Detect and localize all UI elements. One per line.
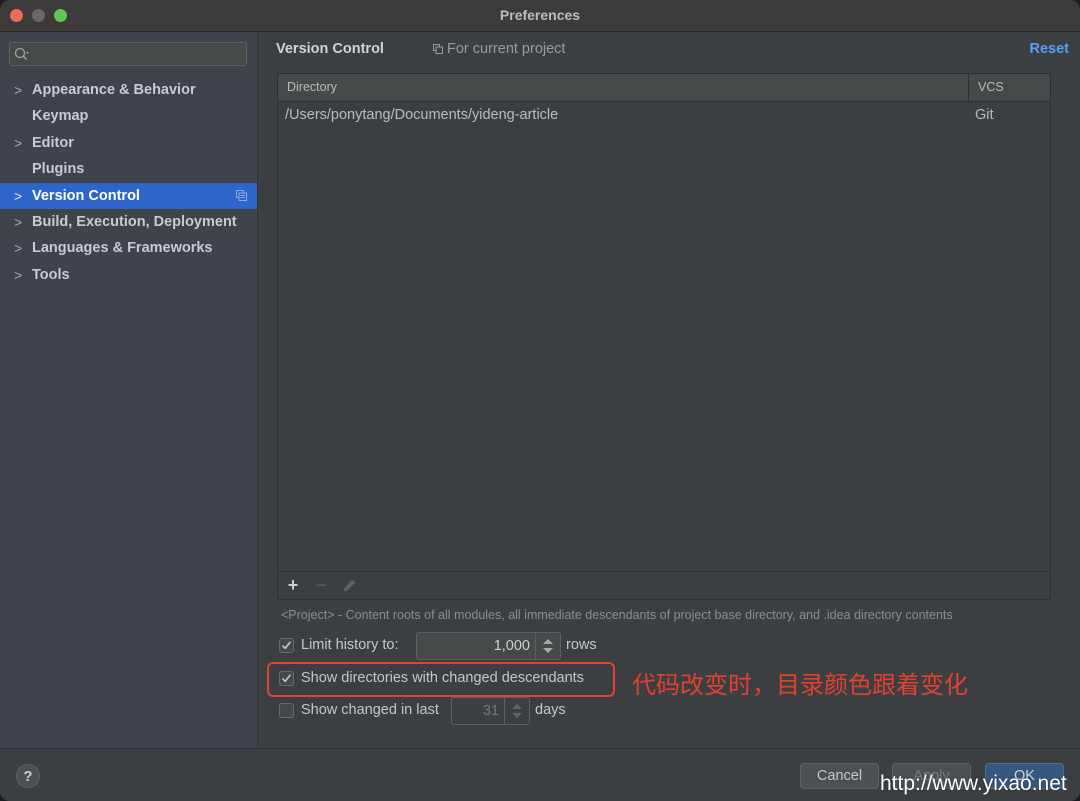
sidebar-item-keymap[interactable]: Keymap	[0, 103, 257, 129]
show-changed-checkbox[interactable]	[279, 703, 294, 718]
limit-history-checkbox[interactable]	[279, 638, 294, 653]
cancel-button[interactable]: Cancel	[800, 763, 879, 789]
rows-suffix: rows	[566, 637, 597, 653]
annotation-highlight-box	[267, 662, 615, 697]
show-changed-days-spinner[interactable]: 31	[451, 697, 530, 725]
spinner-arrows[interactable]	[504, 698, 529, 724]
sidebar-item-label: Tools	[32, 266, 70, 283]
settings-content: Version Control For current project Rese…	[258, 32, 1080, 748]
limit-history-value[interactable]: 1,000	[494, 638, 530, 654]
up-down-arrows-icon[interactable]	[542, 638, 554, 654]
show-changed-option: Show changed in last 31 days	[279, 697, 599, 725]
scope-label: For current project	[433, 41, 565, 57]
annotation-text: 代码改变时，目录颜色跟着变化	[632, 671, 968, 699]
watermark-text: http://www.yixao.net	[880, 772, 1067, 795]
chevron-right-icon[interactable]: >	[14, 209, 22, 235]
directory-cell: /Users/ponytang/Documents/yideng-article	[285, 107, 559, 123]
scope-text: For current project	[447, 41, 566, 57]
chevron-right-icon[interactable]: >	[14, 235, 22, 261]
sidebar-item-appearance-behavior[interactable]: > Appearance & Behavior	[0, 77, 257, 103]
vcs-cell: Git	[975, 107, 994, 123]
show-changed-label: Show changed in last	[301, 702, 439, 718]
sidebar-item-editor[interactable]: > Editor	[0, 130, 257, 156]
column-header-directory[interactable]: Directory	[287, 80, 337, 94]
limit-history-label: Limit history to:	[301, 637, 399, 653]
show-changed-days-value[interactable]: 31	[483, 703, 499, 719]
remove-mapping-button[interactable]: −	[312, 576, 330, 594]
search-icon	[14, 47, 29, 60]
table-header: Directory VCS	[278, 74, 1050, 102]
days-suffix: days	[535, 702, 566, 718]
sidebar-item-label: Languages & Frameworks	[32, 240, 213, 257]
table-toolbar: + −	[278, 571, 1050, 599]
sidebar-item-tools[interactable]: > Tools	[0, 262, 257, 288]
preferences-window: Preferences > Appearance & Behavior Keym…	[0, 0, 1080, 801]
sidebar-item-label: Build, Execution, Deployment	[32, 213, 237, 230]
sidebar-item-label: Editor	[32, 134, 74, 151]
settings-nav: > Appearance & Behavior Keymap > Editor …	[0, 77, 257, 288]
settings-search-input[interactable]	[9, 42, 247, 66]
sidebar-item-version-control[interactable]: > Version Control	[0, 182, 257, 209]
title-bar: Preferences	[0, 0, 1080, 32]
chevron-right-icon[interactable]: >	[14, 183, 22, 209]
sidebar-item-label: Appearance & Behavior	[32, 82, 196, 98]
spinner-arrows[interactable]	[535, 633, 560, 659]
project-scope-icon	[433, 44, 443, 54]
sidebar-item-label: Keymap	[32, 108, 89, 125]
sidebar-item-label: Plugins	[32, 161, 85, 178]
sidebar-item-languages-frameworks[interactable]: > Languages & Frameworks	[0, 235, 257, 261]
up-down-arrows-icon[interactable]	[511, 703, 523, 719]
add-mapping-button[interactable]: +	[284, 576, 302, 594]
table-row[interactable]: /Users/ponytang/Documents/yideng-article…	[278, 102, 1050, 128]
chevron-right-icon[interactable]: >	[14, 262, 22, 288]
sidebar-item-plugins[interactable]: Plugins	[0, 156, 257, 182]
sidebar-item-label: Version Control	[32, 187, 140, 204]
chevron-right-icon[interactable]: >	[14, 77, 22, 103]
vcs-mappings-table: Directory VCS /Users/ponytang/Documents/…	[277, 73, 1051, 600]
limit-history-option: Limit history to: 1,000 rows	[279, 632, 619, 660]
chevron-right-icon[interactable]: >	[14, 130, 22, 156]
help-button[interactable]: ?	[16, 764, 40, 788]
sidebar-item-build-execution-deployment[interactable]: > Build, Execution, Deployment	[0, 209, 257, 235]
page-title: Version Control	[276, 41, 384, 57]
column-divider[interactable]	[968, 74, 969, 101]
settings-sidebar: > Appearance & Behavior Keymap > Editor …	[0, 32, 258, 748]
reset-link[interactable]: Reset	[1030, 41, 1070, 57]
window-title: Preferences	[499, 7, 581, 23]
checkmark-icon	[281, 641, 292, 650]
column-header-vcs[interactable]: VCS	[978, 80, 1004, 94]
project-scope-icon	[236, 189, 247, 201]
limit-history-spinner[interactable]: 1,000	[416, 632, 561, 660]
edit-pencil-icon[interactable]	[340, 577, 358, 595]
project-hint-text: <Project> - Content roots of all modules…	[281, 608, 953, 622]
